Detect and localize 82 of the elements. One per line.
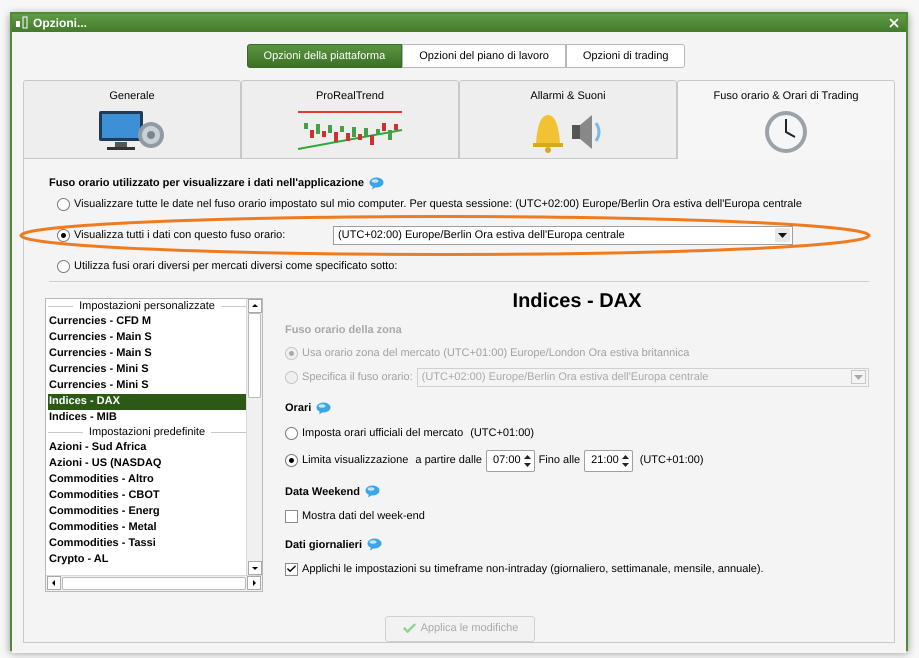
time-value: 07:00 (493, 453, 521, 468)
select-value: (UTC+02:00) Europe/Berlin Ora estiva dell'Europa centrale (338, 228, 625, 243)
market-list-item[interactable]: Currencies - Mini S (48, 362, 246, 378)
radio-label: Usa orario zona del mercato (UTC+01:00) Europe/London Ora estiva britannica (302, 346, 690, 361)
section-heading: Dati giornalieri (285, 538, 362, 552)
radio-label: Utilizza fusi orari diversi per mercati diversi come specificato sotto: (74, 258, 398, 274)
timezone-offset: (UTC+01:00) (470, 426, 534, 442)
radio-button[interactable] (57, 260, 70, 272)
section-heading: Data Weekend (285, 484, 360, 500)
timezone-offset: (UTC+01:00) (640, 453, 704, 468)
market-list-item[interactable]: Commodities - Altro (48, 472, 246, 488)
to-label: Fino alle (538, 453, 580, 468)
close-icon (887, 16, 901, 30)
tab-label: ProRealTrend (316, 89, 384, 104)
scroll-right-icon[interactable] (247, 576, 261, 590)
market-list-item[interactable]: Azioni - US (NASDAQ (48, 456, 246, 472)
horizontal-scrollbar[interactable] (46, 574, 262, 590)
radio-label: Limita visualizzazione (302, 453, 408, 468)
platform-tab[interactable]: Opzioni del piano di lavoro (402, 44, 566, 68)
category-tab[interactable]: Fuso orario & Orari di Trading (677, 80, 895, 159)
up-down-arrows-icon[interactable] (522, 454, 532, 468)
tab-label: Fuso orario & Orari di Trading (714, 89, 858, 104)
group-header: Impostazioni personalizzate (79, 299, 215, 314)
time-spinner[interactable]: 07:00 (486, 450, 535, 472)
market-list-item[interactable]: Currencies - Main S (48, 346, 246, 362)
checkbox-label: Applichi le impostazioni su timeframe non-intraday (giornaliero, settimanale, mensile, annuale). (302, 562, 764, 577)
select-value: (UTC+02:00) Europe/Berlin Ora estiva dell'Europa centrale (422, 370, 708, 385)
scroll-thumb[interactable] (62, 576, 246, 590)
info-bubble-icon[interactable] (365, 485, 380, 498)
clock-icon (763, 108, 809, 154)
info-bubble-icon[interactable] (367, 538, 382, 552)
market-list-item[interactable]: Currencies - Main S (48, 330, 246, 346)
platform-tab[interactable]: Opzioni della piattaforma (246, 44, 402, 68)
section-heading: Fuso orario utilizzato per visualizzare i dati nell'applicazione (49, 176, 364, 191)
vertical-scrollbar[interactable] (246, 298, 262, 574)
section-heading: Orari (285, 401, 312, 416)
market-list-item[interactable]: Indices - DAX (48, 394, 246, 410)
checkmark-icon (402, 621, 417, 636)
window-title: Opzioni... (33, 15, 87, 32)
market-list-item[interactable]: Commodities - CBOT (48, 488, 246, 504)
candlestick-icon (14, 16, 30, 30)
category-tab[interactable]: Allarmi & Suoni (459, 80, 677, 159)
section-heading: Fuso orario della zona (285, 322, 403, 338)
checkbox[interactable] (285, 510, 298, 523)
category-tab[interactable]: ProRealTrend (241, 80, 459, 159)
tab-label: Generale (109, 89, 155, 104)
radio-button[interactable] (285, 454, 298, 467)
timezone-select[interactable]: (UTC+02:00) Europe/Berlin Ora estiva dell'Europa centrale (333, 226, 793, 244)
scroll-up-icon[interactable] (248, 298, 262, 312)
category-tab[interactable]: Generale (23, 80, 241, 159)
monitor-gear-icon (97, 108, 167, 152)
scroll-left-icon[interactable] (47, 576, 61, 590)
platform-tab[interactable]: Opzioni di trading (566, 44, 686, 68)
checkbox[interactable] (285, 562, 298, 576)
market-list-item[interactable]: Currencies - CFD M (48, 314, 246, 330)
scroll-thumb[interactable] (248, 312, 261, 398)
market-list-item[interactable]: Commodities - Tassi (48, 536, 246, 552)
market-list-item[interactable]: Currencies - Mini S (48, 378, 246, 394)
group-header: Impostazioni predefinite (88, 425, 206, 440)
scroll-down-icon[interactable] (248, 560, 262, 574)
radio-button[interactable] (57, 228, 70, 242)
radio-label: Visualizzare tutte le date nel fuso orario impostato sul mio computer. Per questa sessione: (UTC+02:00) Europe/Berlin Ora estiva dell'Europa centrale (74, 196, 802, 212)
market-list-item[interactable]: Indices - MIB (48, 410, 246, 426)
market-list-item[interactable]: Azioni - Sud Africa (48, 440, 246, 456)
radio-button[interactable] (285, 427, 298, 440)
from-label: a partire dalle (415, 453, 482, 468)
radio-button[interactable] (57, 198, 70, 210)
radio-label: Specifica il fuso orario: (302, 370, 413, 385)
market-list-item[interactable]: Crypto - AL (48, 552, 246, 568)
info-bubble-icon[interactable] (368, 176, 384, 190)
market-list-item[interactable]: Commodities - Energ (48, 504, 246, 520)
market-list-item[interactable]: Commodities - Metal (48, 520, 246, 536)
time-value: 21:00 (591, 453, 619, 468)
radio-label: Imposta orari ufficiali del mercato (302, 426, 464, 442)
radio-label: Visualizza tutti i dati con questo fuso orario: (74, 228, 286, 243)
info-bubble-icon[interactable] (316, 402, 332, 415)
checkbox-label: Mostra dati del week-end (302, 509, 425, 524)
time-spinner[interactable]: 21:00 (584, 450, 633, 472)
tab-label: Allarmi & Suoni (530, 89, 606, 104)
candlestick-chart-icon (296, 108, 404, 152)
up-down-arrows-icon[interactable] (620, 454, 630, 468)
market-title: Indices - DAX (512, 288, 642, 314)
